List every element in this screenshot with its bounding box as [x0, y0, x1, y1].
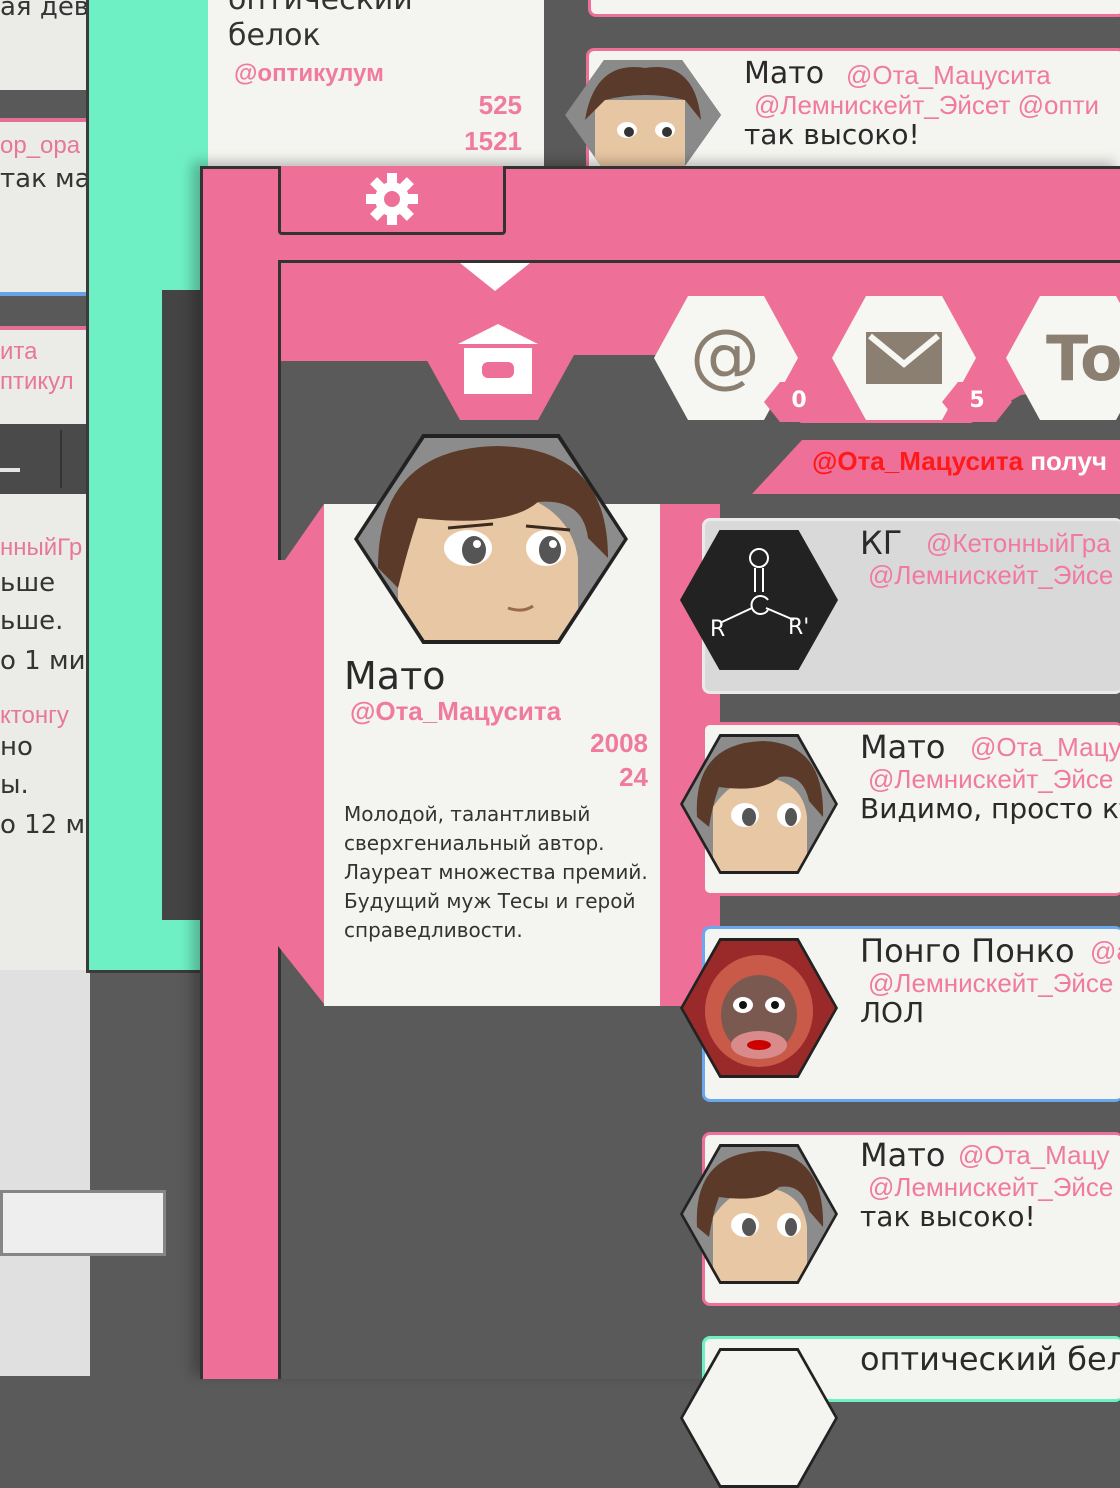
- back-left-handle: птикул: [0, 368, 74, 395]
- back-tweet-text: так высоко!: [744, 118, 920, 151]
- envelope-icon: [866, 332, 942, 384]
- profile-bio-line: Молодой, талантливый: [344, 802, 591, 826]
- back-center-stat: 525: [478, 90, 522, 120]
- tweet-author-handle[interactable]: @КетонныйГра: [926, 528, 1120, 559]
- back-left-handle: ита: [0, 338, 38, 365]
- mentions-count: 0: [791, 388, 807, 413]
- profile-bio-line: справедливости.: [344, 918, 523, 942]
- tweet-author-handle[interactable]: @Ота_Мацу: [970, 732, 1120, 763]
- back-left-handle: ктонгу: [0, 702, 69, 729]
- tweet-author-name: Понго Понко: [860, 932, 1075, 970]
- back-center-stat: 1521: [464, 126, 522, 156]
- svg-text:R: R: [710, 617, 725, 642]
- tweet-author-handle[interactable]: @а: [1090, 936, 1120, 967]
- tweet-text: Видимо, просто кт: [860, 792, 1120, 825]
- back-left-text: ьше: [0, 568, 56, 598]
- tab-home[interactable]: [424, 290, 574, 420]
- back-left-handle: ор_ора: [0, 132, 81, 159]
- back-left-divider: [0, 90, 90, 122]
- back-tweet-name: Мато: [744, 56, 825, 91]
- profile-bio-line: Будущий муж Тесы и герой: [344, 889, 636, 913]
- tab-topics[interactable]: To: [1006, 296, 1120, 420]
- back-left-divider: [0, 292, 90, 330]
- profile-name: Мато: [344, 654, 446, 698]
- active-tab-pointer-icon: [460, 263, 530, 291]
- back-tweet-reply: @Лемнискейт_Эйсет @опти: [754, 90, 1099, 120]
- back-left-bottom: [0, 970, 90, 1376]
- back-tweet-handle: @Ота_Мацусита: [846, 60, 1051, 90]
- notice-message: получ: [1030, 446, 1108, 476]
- tweet-author-name: Мато: [860, 728, 946, 766]
- back-center-text: оптический: [228, 0, 413, 17]
- back-left-handle: нныйГр: [0, 534, 83, 561]
- back-top-card-edge: [588, 0, 1120, 17]
- settings-tab[interactable]: [278, 166, 506, 235]
- tweet-reply-to[interactable]: @Лемнискейт_Эйсе: [868, 968, 1120, 999]
- back-left-text: ая дев: [0, 0, 90, 22]
- notice-text: @Ота_Мацусита получ: [812, 446, 1107, 477]
- gear-icon: [366, 173, 418, 225]
- back-center-handle: @оптикулум: [234, 60, 384, 87]
- back-left-window: ая дев ор_ора так ма ита птикул нныйГр ь…: [0, 0, 166, 1376]
- tweet-author-name: оптический бел: [860, 1340, 1120, 1378]
- back-left-text: о 1 ми: [0, 646, 86, 676]
- back-left-text: ьше.: [0, 606, 64, 636]
- tweet-reply-to[interactable]: @Лемнискейт_Эйсе: [868, 1172, 1120, 1203]
- messages-count: 5: [969, 388, 985, 413]
- profile-bio-line: Лауреат множества премий.: [344, 860, 648, 884]
- back-center-text: белок: [228, 18, 321, 53]
- mentions-count-badge: 0: [764, 382, 834, 422]
- tweet-text: так высоко!: [860, 1200, 1036, 1233]
- notice-handle[interactable]: @Ота_Мацусита: [812, 446, 1023, 476]
- profile-stat-following[interactable]: 24: [540, 762, 648, 793]
- mentions-icon: @: [690, 314, 760, 396]
- svg-text:R': R': [788, 615, 809, 640]
- back-left-text: так ма: [0, 164, 91, 194]
- topics-label: To: [1046, 322, 1120, 395]
- back-left-text: но: [0, 732, 33, 762]
- profile-bio: Молодой, талантливый сверхгениальный авт…: [344, 800, 660, 945]
- back-left-text: ы.: [0, 770, 29, 800]
- messages-count-badge: 5: [942, 382, 1012, 422]
- tweet-author-handle[interactable]: @Ота_Мацу: [958, 1140, 1120, 1171]
- profile-stat-tweets[interactable]: 2008: [540, 728, 648, 759]
- tweet-author-name: Мато: [860, 1136, 946, 1174]
- back-mint-dark: [162, 290, 202, 920]
- tweet-reply-to[interactable]: @Лемнискейт_Эйсе: [868, 560, 1120, 591]
- back-left-input[interactable]: [0, 1190, 166, 1256]
- profile-handle[interactable]: @Ота_Мацусита: [350, 696, 561, 727]
- profile-bio-line: сверхгениальный автор.: [344, 831, 605, 855]
- tweet-author-name: КГ: [860, 524, 903, 562]
- home-icon: [458, 324, 538, 394]
- tweet-reply-to[interactable]: @Лемнискейт_Эйсе: [868, 764, 1120, 795]
- back-left-tabbar: [0, 424, 90, 494]
- tweet-text: ЛОЛ: [860, 996, 925, 1029]
